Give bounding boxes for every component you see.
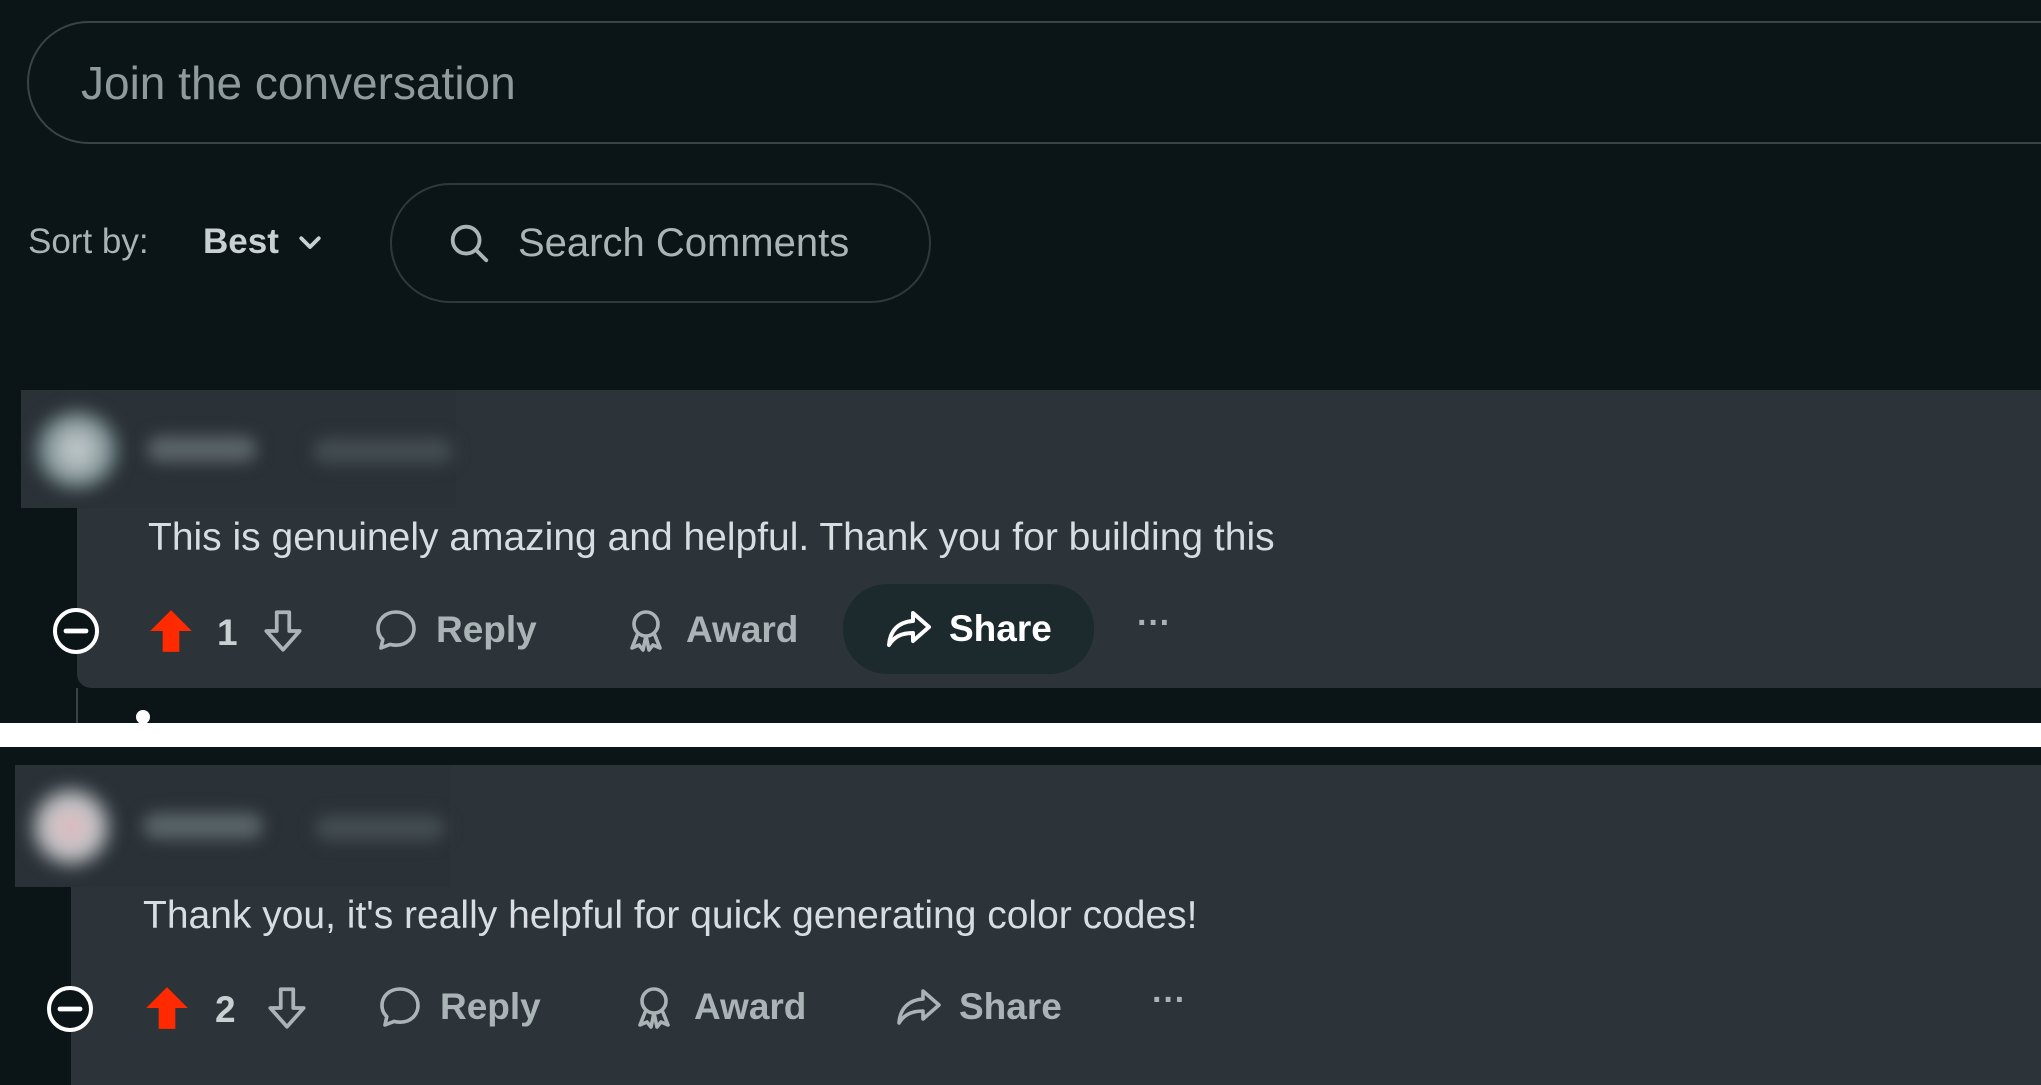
award-button[interactable]: Award — [622, 606, 798, 654]
downvote-icon[interactable] — [258, 606, 308, 656]
sort-value: Best — [203, 222, 279, 261]
upvote-icon[interactable] — [142, 983, 192, 1033]
author-name-blurred — [143, 813, 263, 839]
share-button[interactable]: Share — [895, 983, 1062, 1031]
sort-label: Sort by: — [28, 222, 149, 261]
share-label: Share — [949, 608, 1052, 649]
reply-button[interactable]: Reply — [376, 983, 541, 1031]
award-icon — [630, 610, 662, 652]
reply-label: Reply — [436, 609, 537, 650]
reply-icon — [380, 987, 420, 1027]
reply-button[interactable]: Reply — [372, 606, 537, 654]
search-comments-button[interactable]: Search Comments — [390, 183, 931, 303]
thread-line — [76, 688, 78, 723]
vote-count: 1 — [217, 612, 238, 653]
avatar — [37, 412, 117, 488]
reply-icon — [376, 610, 416, 650]
more-options-button[interactable]: ··· — [1152, 981, 1186, 1020]
comment-body: Thank you, it's really helpful for quick… — [143, 894, 1198, 937]
join-conversation-placeholder: Join the conversation — [81, 56, 516, 109]
avatar — [33, 789, 109, 865]
timestamp-blurred — [313, 438, 453, 464]
comment-author-header — [15, 765, 450, 887]
award-button[interactable]: Award — [630, 983, 806, 1031]
upvote-icon[interactable] — [146, 606, 196, 656]
share-icon — [897, 989, 941, 1025]
share-label: Share — [959, 986, 1062, 1027]
award-icon — [638, 987, 670, 1029]
award-label: Award — [694, 986, 807, 1027]
search-icon — [450, 224, 489, 263]
collapse-icon[interactable] — [52, 607, 100, 655]
bottom-panel: Thank you, it's really helpful for quick… — [0, 747, 2041, 1085]
screenshot-divider — [0, 723, 2041, 747]
join-conversation-input[interactable]: Join the conversation — [27, 21, 2041, 144]
comment-author-header — [21, 390, 456, 508]
share-icon — [887, 611, 931, 647]
vote-count: 2 — [215, 989, 236, 1030]
downvote-icon[interactable] — [262, 983, 312, 1033]
share-button[interactable]: Share — [843, 584, 1094, 674]
author-name-blurred — [147, 436, 257, 462]
award-label: Award — [686, 609, 799, 650]
chevron-down-icon — [299, 236, 321, 249]
collapse-icon[interactable] — [46, 985, 94, 1033]
comment-body: This is genuinely amazing and helpful. T… — [148, 516, 1275, 559]
search-comments-label: Search Comments — [518, 220, 850, 265]
nested-avatar-peek — [136, 710, 150, 723]
timestamp-blurred — [315, 815, 445, 841]
sort-dropdown[interactable]: Best — [203, 222, 325, 262]
more-options-button[interactable]: ··· — [1137, 604, 1171, 643]
reply-label: Reply — [440, 986, 541, 1027]
top-panel: Join the conversation Sort by: Best Sear… — [0, 0, 2041, 723]
